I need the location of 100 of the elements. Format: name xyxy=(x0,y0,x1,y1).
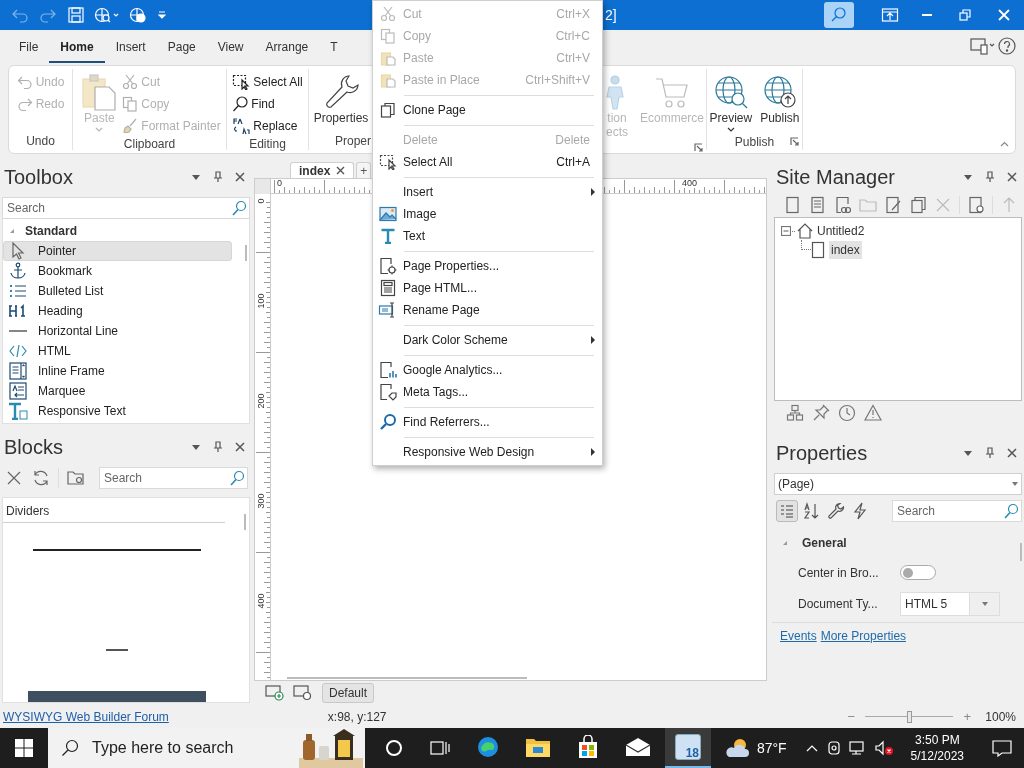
ribbon-tab[interactable]: Home xyxy=(49,33,105,63)
ribbon-tab[interactable]: Insert xyxy=(104,33,157,63)
forum-link[interactable]: WYSIWYG Web Builder Forum xyxy=(3,707,169,726)
categories-icon xyxy=(779,503,795,519)
marquee-icon xyxy=(9,382,27,400)
toolbar-button[interactable] xyxy=(884,195,902,215)
tree-item[interactable]: index xyxy=(829,241,862,259)
ribbon-tab[interactable]: Page xyxy=(156,33,207,63)
menu-item[interactable]: Select All Ctrl+A xyxy=(373,151,602,173)
section-header[interactable]: General xyxy=(772,529,1024,557)
toolbar-button[interactable] xyxy=(909,195,927,215)
toolbar-button[interactable] xyxy=(967,195,985,215)
dropdown-icon xyxy=(191,172,201,181)
ribbon-tab[interactable]: File xyxy=(8,33,50,63)
ribbon-button[interactable]: Properties xyxy=(310,69,372,132)
taskbar-app[interactable]: 18 xyxy=(665,728,711,768)
text-icon xyxy=(8,402,28,420)
search-button[interactable] xyxy=(824,2,854,28)
tree-item[interactable]: Untitled2 xyxy=(815,222,867,240)
close-panel-button[interactable] xyxy=(1006,445,1018,460)
pin-button[interactable] xyxy=(212,169,224,184)
breakpoint-settings-button[interactable] xyxy=(292,683,314,703)
close-panel-button[interactable] xyxy=(1006,169,1018,184)
document-tab[interactable]: index xyxy=(290,162,355,178)
add-breakpoint-button[interactable] xyxy=(264,683,286,703)
analytics-icon xyxy=(379,361,397,379)
pin-button[interactable] xyxy=(984,445,996,460)
dropdown-icon xyxy=(981,601,988,606)
ribbon-tab[interactable]: View xyxy=(206,33,255,63)
menu-item[interactable]: Responsive Web Design xyxy=(373,441,602,463)
toolbar-button[interactable] xyxy=(838,403,856,423)
breakpoint-button[interactable]: Default xyxy=(322,683,375,703)
toolbar-button[interactable] xyxy=(786,403,804,423)
folder-icon xyxy=(67,469,85,487)
page-settings-icon xyxy=(379,257,397,275)
search-field[interactable]: Search xyxy=(99,467,248,489)
scrollbar-thumb[interactable] xyxy=(244,514,246,530)
toolbox-item[interactable]: HTML xyxy=(3,341,232,361)
toolbox-item[interactable]: Pointer xyxy=(3,241,232,261)
zoom-slider[interactable] xyxy=(865,710,954,723)
link[interactable]: More Properties xyxy=(820,627,907,645)
ribbon-button[interactable]: Find xyxy=(232,95,303,113)
slider-thumb[interactable] xyxy=(907,710,913,723)
weather-button[interactable]: 87°F xyxy=(718,728,791,768)
pin-button[interactable] xyxy=(984,169,996,184)
toolbox-item[interactable]: Bookmark xyxy=(3,261,232,281)
shortcut-text: Ctrl+V xyxy=(556,50,591,67)
toolbar-button[interactable] xyxy=(809,195,827,215)
menu-item[interactable]: Dark Color Scheme xyxy=(373,329,602,351)
menu-item[interactable]: Meta Tags... xyxy=(373,381,602,403)
search-field[interactable]: Search xyxy=(2,197,250,219)
category-header[interactable]: Standard xyxy=(3,221,77,241)
menu-item[interactable]: Page Properties... xyxy=(373,255,602,277)
search-field[interactable]: Search xyxy=(892,500,1022,522)
menu-item[interactable]: Find Referrers... xyxy=(373,411,602,433)
ribbon-button[interactable]: Preview xyxy=(706,69,756,133)
scrollbar-thumb[interactable] xyxy=(1020,543,1022,561)
expand-toggle[interactable] xyxy=(781,226,791,236)
menu-item[interactable]: Clone Page xyxy=(373,99,602,121)
dialog-launcher[interactable] xyxy=(790,137,799,146)
menu-item[interactable]: Image xyxy=(373,203,602,225)
toolbox-item[interactable]: Inline Frame xyxy=(3,361,232,381)
taskbar-search-field[interactable]: Type here to search xyxy=(92,728,295,768)
toggle-switch[interactable] xyxy=(900,565,936,580)
ribbon-button[interactable]: Publish xyxy=(757,69,803,133)
document-tab[interactable]: + xyxy=(356,162,372,178)
link[interactable]: Events xyxy=(780,627,817,645)
property-dropdown[interactable]: HTML 5 xyxy=(900,591,1000,616)
scrollbar-thumb[interactable] xyxy=(245,245,247,261)
object-dropdown[interactable]: (Page) xyxy=(774,473,1022,495)
toolbar-button[interactable] xyxy=(784,195,802,215)
toolbox-item[interactable]: Responsive Text xyxy=(3,401,232,421)
menu-item[interactable]: Google Analytics... xyxy=(373,359,602,381)
ribbon-button[interactable]: Select All xyxy=(232,73,303,91)
search-icon xyxy=(229,470,245,486)
toolbar-button[interactable] xyxy=(812,403,830,423)
menu-item[interactable]: Rename Page xyxy=(373,299,602,321)
toolbox-item[interactable]: Marquee xyxy=(3,381,232,401)
menu-item[interactable]: Page HTML... xyxy=(373,277,602,299)
ribbon-tab[interactable]: T xyxy=(319,33,349,63)
ribbon-button[interactable]: Replace xyxy=(232,117,303,135)
pin-button[interactable] xyxy=(212,439,224,454)
dialog-launcher[interactable] xyxy=(694,143,703,152)
ribbon-tab[interactable]: Arrange xyxy=(254,33,320,63)
toolbox-item[interactable]: Horizontal Line xyxy=(3,321,232,341)
toolbar-button[interactable] xyxy=(834,195,852,215)
scrollbar-thumb[interactable] xyxy=(287,677,527,679)
toolbox-item[interactable]: Heading xyxy=(3,301,232,321)
clock[interactable]: 3:50 PM 5/12/2023 xyxy=(904,732,970,764)
wrench-button[interactable] xyxy=(826,500,846,522)
menu-item[interactable]: Insert xyxy=(373,181,602,203)
menu-item[interactable]: Text xyxy=(373,225,602,247)
close-icon xyxy=(998,9,1010,21)
toolbar-button[interactable] xyxy=(864,403,882,423)
close-panel-button[interactable] xyxy=(234,439,246,454)
close-panel-button[interactable] xyxy=(234,169,246,184)
wrench-icon xyxy=(827,502,845,520)
page-icon xyxy=(811,241,825,259)
toolbox-item[interactable]: Bulleted List xyxy=(3,281,232,301)
collapse-ribbon-button[interactable] xyxy=(1000,141,1009,147)
